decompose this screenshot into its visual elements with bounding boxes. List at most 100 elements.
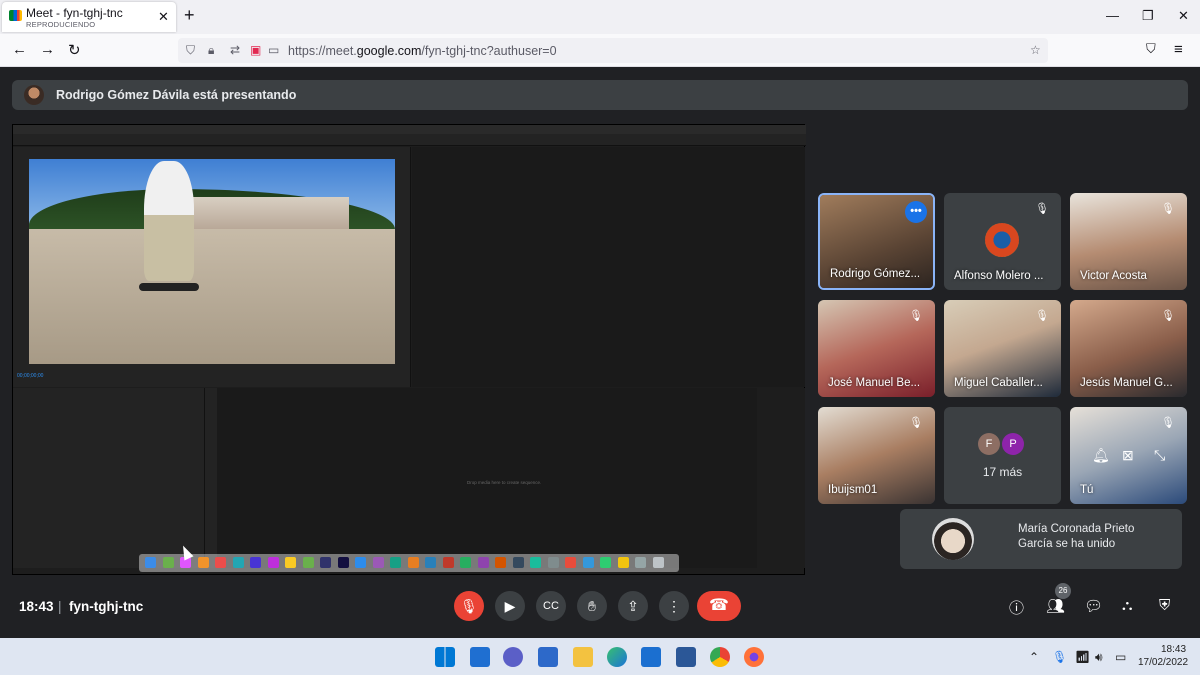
participant-tile[interactable]: 🎙︎ José Manuel Be... <box>818 300 935 397</box>
taskbar-time[interactable]: 18:43 <box>1161 644 1186 655</box>
camera-toggle-button[interactable]: ▶︎ <box>495 591 525 621</box>
dock-app-icon <box>495 557 506 568</box>
shield-icon[interactable]: ⛉ <box>186 43 195 58</box>
people-icon[interactable]: 👥︎ <box>1046 597 1065 615</box>
timeline-empty-message: Drop media here to create sequence. <box>467 480 542 485</box>
timeline-panel: Drop media here to create sequence. <box>217 388 757 568</box>
participant-tile[interactable]: 🎙︎ Victor Acosta <box>1070 193 1187 290</box>
browser-nav-bar: ← → ↻ ⛉ 🔒︎ ⇄ ▣ ▭ https://meet.google.com… <box>0 34 1200 67</box>
mail-icon[interactable] <box>641 647 661 667</box>
back-arrow-icon[interactable]: ← <box>12 41 27 58</box>
close-tab-icon[interactable]: ✕ <box>158 9 169 25</box>
screen-share-icon[interactable]: ▭ <box>268 43 279 57</box>
browser-tab-meet[interactable]: Meet - fyn-tghj-tnc REPRODUCIENDO ✕ <box>2 2 176 32</box>
bookmark-star-icon[interactable]: ☆ <box>1030 43 1041 57</box>
permissions-icon[interactable]: ⇄ <box>230 43 240 57</box>
dock-app-icon <box>337 557 349 568</box>
participant-name: Victor Acosta <box>1080 270 1147 282</box>
presenting-banner: Rodrigo Gómez Dávila está presentando <box>12 80 1188 110</box>
wifi-icon[interactable]: 📶︎ <box>1075 650 1090 664</box>
participant-tile[interactable]: ••• Rodrigo Gómez... <box>818 193 935 290</box>
tray-chevron-icon[interactable]: ⌃ <box>1029 650 1039 664</box>
tab-playing-label: REPRODUCIENDO <box>26 20 96 29</box>
host-controls-icon[interactable]: ⛨ <box>1159 597 1170 614</box>
captions-button[interactable]: CC <box>536 591 566 621</box>
dock-app-icon <box>267 557 279 568</box>
self-tile[interactable]: 🎙︎ 🔔︎ ⊠ ⤡ Tú <box>1070 407 1187 504</box>
url-bar[interactable]: ⛉ 🔒︎ ⇄ ▣ ▭ https://meet.google.com/fyn-t… <box>178 38 1048 63</box>
dock-app-icon <box>635 557 646 568</box>
people-count-badge: 26 <box>1055 583 1071 599</box>
firefox-icon[interactable] <box>744 647 764 667</box>
taskbar-date[interactable]: 17/02/2022 <box>1138 657 1188 668</box>
participant-name: Tú <box>1080 484 1094 496</box>
participant-tile[interactable]: 🎙︎ Miguel Caballer... <box>944 300 1061 397</box>
close-window-icon[interactable]: ✕ <box>1178 8 1189 24</box>
start-icon[interactable] <box>435 647 455 667</box>
file-explorer-icon[interactable] <box>573 647 593 667</box>
more-participants-tile[interactable]: F P 17 más <box>944 407 1061 504</box>
lock-icon[interactable]: 🔒︎ <box>208 43 214 58</box>
reload-icon[interactable]: ↻ <box>68 41 81 59</box>
participant-name: Alfonso Molero ... <box>954 270 1044 282</box>
battery-icon[interactable]: ▭ <box>1115 650 1126 664</box>
dock-app-icon <box>250 557 261 568</box>
dock-app-icon <box>530 557 541 568</box>
meeting-info-icon[interactable]: ⓘ <box>1009 597 1024 618</box>
dock-app-icon <box>652 557 664 568</box>
dock-app-icon <box>547 557 559 568</box>
more-options-button[interactable]: ⋮ <box>659 591 689 621</box>
dock-app-icon <box>162 557 174 568</box>
new-tab-plus-icon[interactable]: + <box>184 5 195 26</box>
microphone-tray-icon[interactable]: 🎙︎ <box>1052 650 1067 664</box>
word-icon[interactable] <box>676 647 696 667</box>
participant-tile[interactable]: 🎙︎ Ibuijsm01 <box>818 407 935 504</box>
minimize-icon[interactable]: — <box>1106 8 1119 23</box>
framing-icon[interactable]: ⊠ <box>1122 447 1134 464</box>
task-view-icon[interactable] <box>470 647 490 667</box>
source-panel: 00;00;00;00 <box>13 147 411 387</box>
dock-app-icon <box>145 557 156 568</box>
participant-tile[interactable]: 🎙︎ Alfonso Molero ... <box>944 193 1061 290</box>
meeting-time: 18:43 <box>19 599 54 614</box>
dock-app-icon <box>582 557 594 568</box>
volume-icon[interactable]: 🔊︎ <box>1095 650 1103 665</box>
dock-app-icon <box>232 557 244 568</box>
join-notification-text: María Coronada Prieto García se ha unido <box>1018 523 1135 550</box>
pin-icon[interactable]: 🔔︎ <box>1092 447 1110 464</box>
dock-app-icon <box>390 557 401 568</box>
raise-hand-button[interactable]: ✋︎ <box>577 591 607 621</box>
restore-window-icon[interactable]: ❐ <box>1142 8 1154 24</box>
camera-sharing-icon[interactable]: ▣ <box>250 43 261 57</box>
program-monitor-panel <box>412 147 805 387</box>
windows-taskbar: ⌃ 🎙︎ 📶︎ 🔊︎ ▭ 18:43 17/02/2022 <box>0 638 1200 675</box>
chrome-icon[interactable] <box>710 647 730 667</box>
pocket-icon[interactable]: ⛉ <box>1146 41 1156 57</box>
dock-app-icon <box>442 557 454 568</box>
participant-name: Ibuijsm01 <box>828 484 878 496</box>
teams-icon[interactable] <box>503 647 523 667</box>
end-call-button[interactable]: ☎︎ <box>697 591 741 621</box>
chat-icon[interactable]: 💬︎ <box>1084 597 1103 615</box>
forward-arrow-icon[interactable]: → <box>40 41 55 58</box>
mac-menu-bar <box>13 125 806 134</box>
present-screen-button[interactable]: ⇪ <box>618 591 648 621</box>
mic-toggle-button[interactable]: 🎙︎ <box>454 591 484 621</box>
participant-tile[interactable]: 🎙︎ Jesús Manuel G... <box>1070 300 1187 397</box>
menu-hamburger-icon[interactable]: ≡ <box>1174 41 1183 58</box>
activities-icon[interactable]: ⛬ <box>1122 597 1133 614</box>
mic-off-icon: 🎙︎ <box>1161 310 1175 322</box>
participant-logo <box>985 223 1019 257</box>
tab-title: Meet - fyn-tghj-tnc <box>26 6 123 20</box>
premiere-toolbar <box>13 134 806 146</box>
store-icon[interactable] <box>538 647 558 667</box>
more-options-icon[interactable]: ••• <box>905 201 927 223</box>
skater-figure <box>144 161 194 281</box>
dock-app-icon <box>425 557 436 568</box>
url-text[interactable]: https://meet.google.com/fyn-tghj-tnc?aut… <box>288 44 557 58</box>
dock-app-icon <box>372 557 384 568</box>
shrink-icon[interactable]: ⤡ <box>1154 447 1165 464</box>
dock-app-icon <box>302 557 314 568</box>
edge-icon[interactable] <box>607 647 627 667</box>
dock-app-icon <box>320 557 331 568</box>
